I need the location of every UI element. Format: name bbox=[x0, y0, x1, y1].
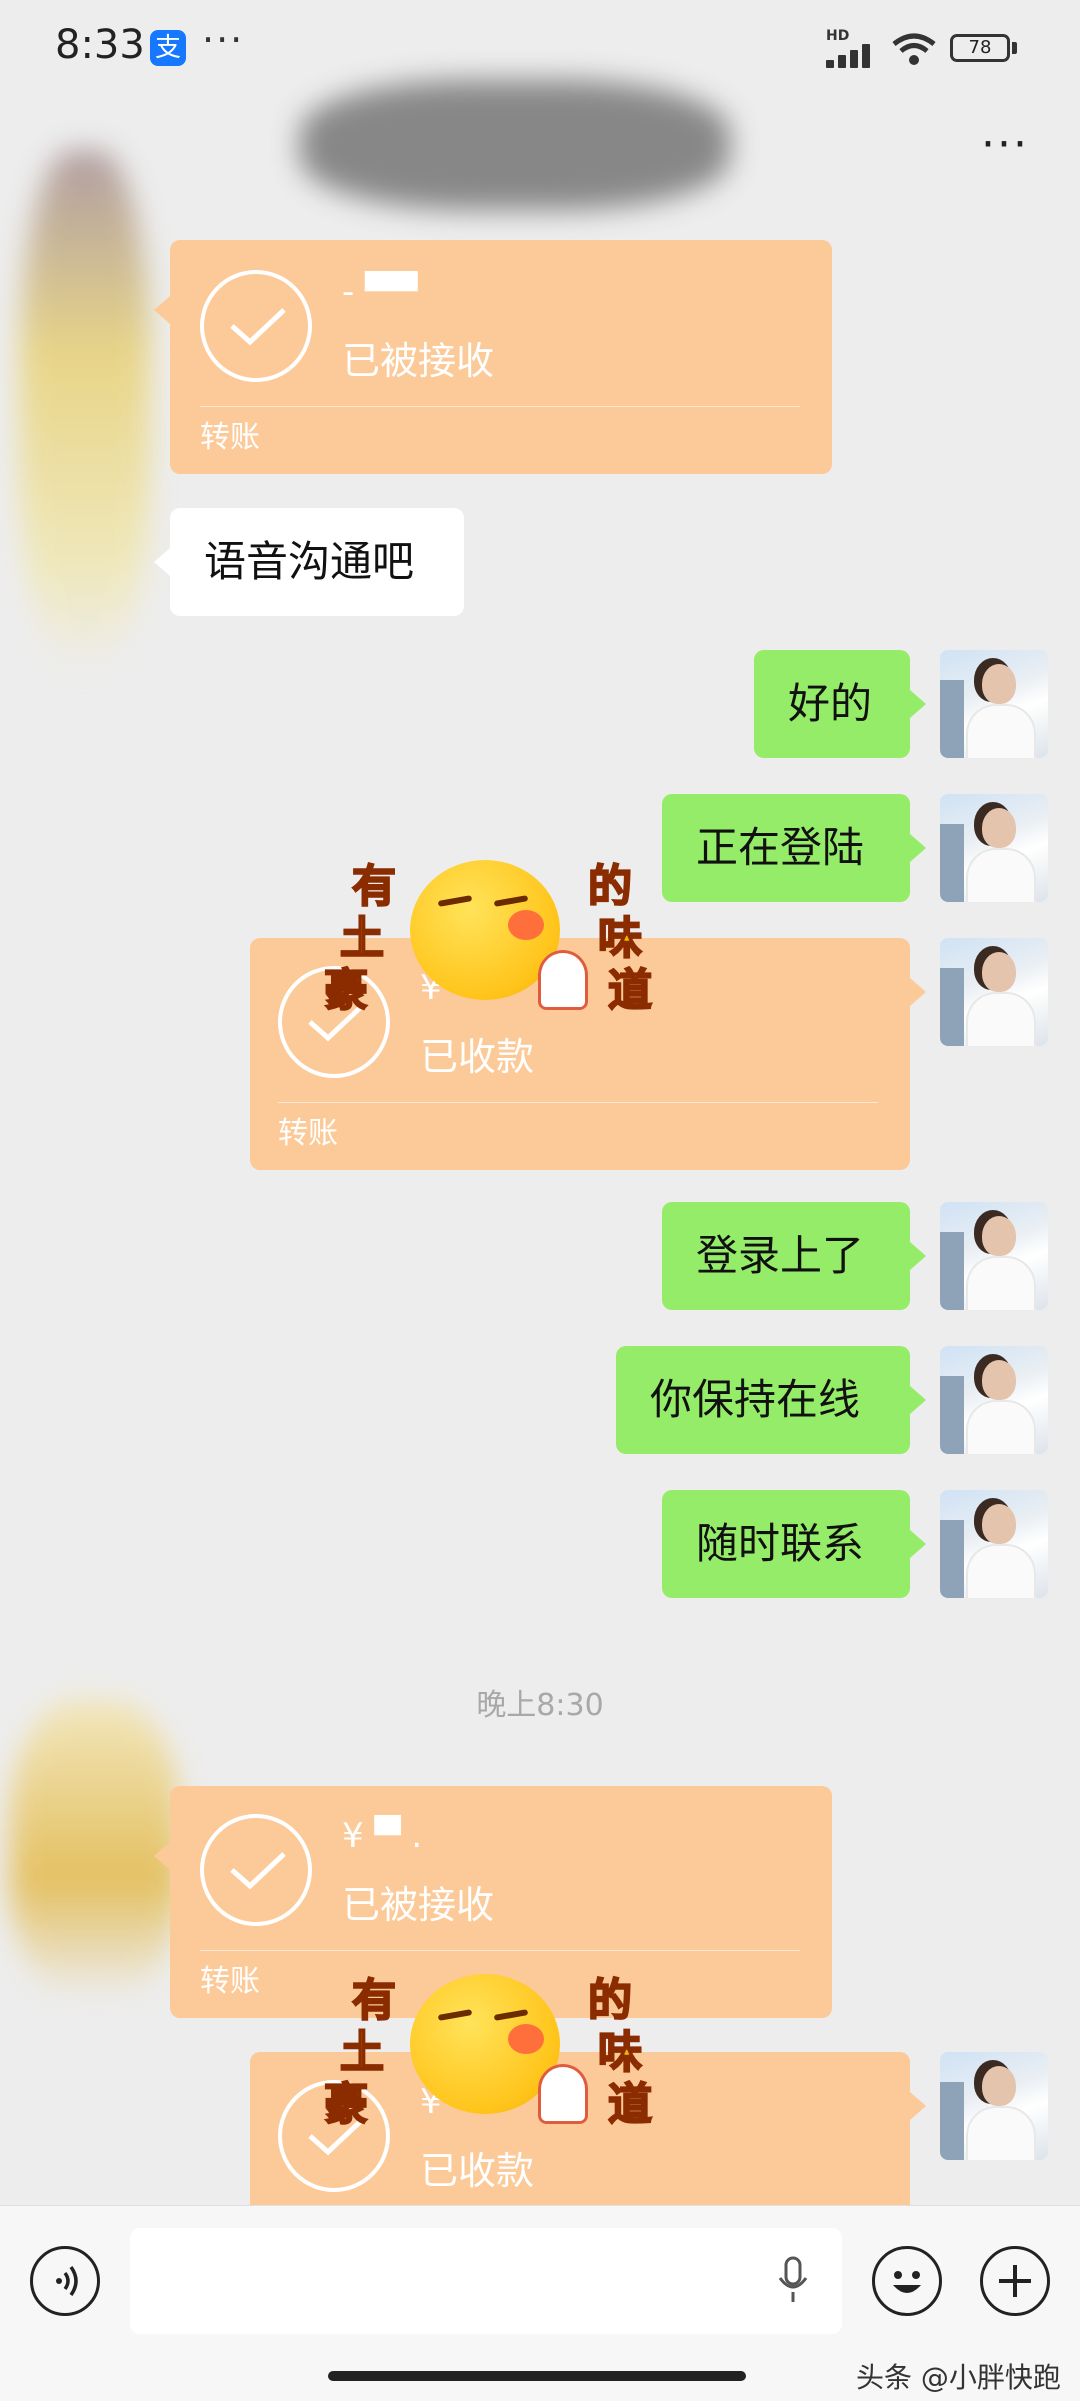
message-bubble-outgoing[interactable]: 好的 bbox=[754, 650, 910, 758]
bubble-tail bbox=[154, 1842, 170, 1870]
battery-icon: 78 bbox=[950, 34, 1010, 62]
bubble-tail bbox=[910, 2092, 926, 2120]
bubble-tail bbox=[910, 1530, 926, 1558]
transfer-card-incoming[interactable]: - ▀▀ 已被接收 转账 bbox=[170, 240, 832, 474]
message-bubble-outgoing[interactable]: 登录上了 bbox=[662, 1202, 910, 1310]
message-input[interactable] bbox=[130, 2228, 842, 2334]
avatar[interactable] bbox=[940, 1202, 1048, 1310]
transfer-kind: 转账 bbox=[200, 420, 260, 455]
transfer-amount: ¥ ▀ . bbox=[342, 1816, 423, 1856]
battery-tip bbox=[1012, 42, 1017, 54]
chat-more-button[interactable]: ··· bbox=[975, 123, 1035, 175]
home-indicator[interactable] bbox=[328, 2371, 746, 2381]
signal-icon bbox=[826, 42, 878, 68]
plus-icon bbox=[999, 2265, 1031, 2297]
message-bubble-incoming[interactable]: 语音沟通吧 bbox=[170, 508, 464, 616]
bubble-tail bbox=[910, 1242, 926, 1270]
transfer-status: 已被接收 bbox=[342, 1883, 495, 1927]
avatar[interactable] bbox=[940, 1490, 1048, 1598]
card-divider bbox=[200, 1950, 800, 1951]
bubble-tail bbox=[910, 1386, 926, 1414]
avatar[interactable] bbox=[940, 938, 1048, 1046]
transfer-status: 已被接收 bbox=[342, 339, 495, 383]
card-divider bbox=[278, 1102, 878, 1103]
card-divider bbox=[200, 406, 800, 407]
bubble-tail bbox=[910, 690, 926, 718]
watermark: 头条 @小胖快跑 bbox=[856, 2361, 1061, 2394]
check-icon bbox=[200, 1814, 312, 1926]
alipay-icon: 支 bbox=[150, 30, 186, 66]
transfer-kind: 转账 bbox=[278, 1116, 338, 1151]
transfer-status: 已收款 bbox=[420, 2149, 535, 2193]
check-icon bbox=[200, 270, 312, 382]
microphone-icon[interactable] bbox=[776, 2256, 810, 2304]
avatar[interactable] bbox=[940, 1346, 1048, 1454]
add-attachment-button[interactable] bbox=[980, 2246, 1050, 2316]
avatar[interactable] bbox=[940, 650, 1048, 758]
sticker-char: 道 bbox=[607, 964, 653, 1017]
avatar[interactable] bbox=[940, 2052, 1048, 2160]
message-bubble-outgoing[interactable]: 正在登陆 bbox=[662, 794, 910, 902]
tuhao-sticker[interactable]: 有 土 豪 的 味 道 bbox=[318, 850, 653, 1030]
voice-toggle-button[interactable] bbox=[30, 2246, 100, 2316]
bubble-tail bbox=[154, 296, 170, 324]
voice-icon bbox=[56, 2265, 78, 2297]
blurred-contact-name bbox=[300, 80, 730, 210]
sticker-char: 豪 bbox=[323, 2078, 369, 2131]
tuhao-sticker[interactable]: 有 土 豪 的 味 道 bbox=[318, 1964, 653, 2144]
blurred-avatar bbox=[20, 150, 150, 670]
bubble-tail bbox=[910, 834, 926, 862]
sticker-char: 豪 bbox=[323, 964, 369, 1017]
more-notifications-icon: ··· bbox=[202, 18, 245, 62]
avatar[interactable] bbox=[940, 794, 1048, 902]
bubble-tail bbox=[910, 978, 926, 1006]
transfer-kind: 转账 bbox=[200, 1964, 260, 1999]
emoji-button[interactable] bbox=[872, 2246, 942, 2316]
status-time: 8:33 bbox=[55, 22, 145, 68]
message-bubble-outgoing[interactable]: 你保持在线 bbox=[616, 1346, 910, 1454]
input-bar: 头条 @小胖快跑 bbox=[0, 2205, 1080, 2401]
bubble-tail bbox=[154, 548, 170, 576]
transfer-status: 已收款 bbox=[420, 1035, 535, 1079]
transfer-amount: - ▀▀ bbox=[342, 272, 418, 312]
wifi-icon bbox=[892, 33, 936, 65]
time-divider: 晚上8:30 bbox=[476, 1688, 604, 1723]
message-bubble-outgoing[interactable]: 随时联系 bbox=[662, 1490, 910, 1598]
sticker-char: 道 bbox=[607, 2078, 653, 2131]
emoji-icon bbox=[893, 2271, 921, 2293]
